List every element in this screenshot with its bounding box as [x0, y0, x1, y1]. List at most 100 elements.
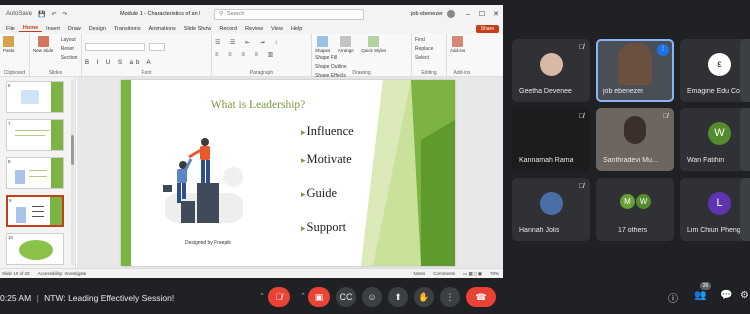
search-box[interactable]: ⚲ Search	[214, 8, 364, 20]
bullet-item[interactable]: ▸Influence	[301, 124, 354, 139]
notes-button[interactable]: Notes	[413, 271, 425, 277]
slide-thumbnail-selected[interactable]: 9	[6, 195, 64, 227]
autosave-toggle[interactable]: AutoSave	[6, 11, 32, 17]
thumbnail-text-line	[15, 135, 45, 136]
present-icon[interactable]: ⬆	[388, 287, 408, 307]
shapes-icon	[317, 36, 329, 47]
list-buttons[interactable]: ☰ ☰ ⇤ ⇥ ↕	[215, 39, 308, 46]
people-icon[interactable]: 👥	[694, 290, 706, 301]
minimize-icon[interactable]: –	[461, 11, 475, 18]
participant-tile[interactable]: 🎙̸ Geetha Devenee	[512, 39, 590, 102]
select-button[interactable]: Select	[415, 54, 443, 63]
mic-toggle-button[interactable]: 🎙̸	[268, 287, 290, 307]
user-name: job ebenezer	[411, 11, 443, 17]
bullet-text: Motivate	[306, 152, 352, 166]
drawing-label: Drawing	[352, 70, 371, 76]
tab-slide-show[interactable]: Slide Show	[180, 26, 216, 32]
arrange-button[interactable]: Arrange	[338, 36, 354, 53]
addins-label: Add-ins	[453, 70, 471, 76]
raise-hand-icon[interactable]: ✋	[414, 287, 434, 307]
current-slide[interactable]: What is Leadership? ▸Influence ▸Motivate…	[121, 80, 455, 266]
leave-call-button[interactable]: ☎	[466, 287, 496, 307]
activities-icon[interactable]: ⚙	[740, 290, 749, 301]
close-icon[interactable]: ✕	[489, 10, 503, 18]
arrange-label: Arrange	[337, 48, 354, 53]
font-group: B I U S ab A Font	[82, 34, 212, 77]
participant-tile-speaking[interactable]: ⁞ job ebenezer	[596, 39, 674, 102]
slide-thumbnail[interactable]: 10	[6, 233, 64, 265]
view-buttons-icon[interactable]: ▭ ▦ ▯ ▣	[463, 271, 482, 277]
comments-button[interactable]: Comments	[433, 271, 455, 277]
participant-video	[618, 43, 652, 85]
thumbnail-number: 7	[8, 121, 11, 126]
participant-tile[interactable]: 🎙̸ Kannamah Rama	[512, 108, 590, 171]
scrollbar-thumb[interactable]	[71, 135, 74, 165]
mic-off-icon: 🎙̸	[578, 183, 584, 190]
addins-button[interactable]: Add-ins	[450, 36, 465, 53]
slide-thumbnail[interactable]: 6	[6, 81, 64, 113]
shapes-button[interactable]: Shapes	[315, 36, 330, 53]
maximize-icon[interactable]: ☐	[475, 10, 489, 18]
emoji-icon[interactable]: ☺	[362, 287, 382, 307]
participant-name: Lim Chiun Pheng	[687, 227, 741, 234]
shape-fill-button[interactable]: Shape Fill	[315, 54, 347, 63]
font-name-select[interactable]	[85, 43, 145, 51]
section-button[interactable]: Section	[61, 54, 78, 63]
align-buttons[interactable]: ≡ ≡ ≡ ≡ ▥	[215, 51, 308, 58]
quick-styles-icon	[368, 36, 380, 47]
tab-help[interactable]: Help	[287, 26, 306, 32]
new-slide-button[interactable]: New Slide	[33, 36, 53, 53]
participant-name: Kannamah Rama	[519, 157, 574, 164]
replace-button[interactable]: Replace	[415, 45, 443, 54]
font-size-select[interactable]	[149, 43, 166, 51]
more-options-icon[interactable]: ⋮	[440, 287, 460, 307]
meeting-info: 0:25 AM | NTW: Leading Effectively Sessi…	[0, 293, 174, 303]
tab-animations[interactable]: Animations	[145, 26, 180, 32]
tab-file[interactable]: File	[2, 26, 19, 32]
thumbnail-text-line	[32, 211, 44, 212]
slide-title[interactable]: What is Leadership?	[203, 99, 313, 111]
save-icon[interactable]: 💾	[38, 11, 45, 18]
account-area[interactable]: job ebenezer	[411, 10, 461, 18]
audio-options-chevron-icon[interactable]: ⌃	[256, 287, 268, 307]
slide-canvas: What is Leadership? ▸Influence ▸Motivate…	[77, 77, 503, 268]
tab-record[interactable]: Record	[215, 26, 241, 32]
captions-button[interactable]: CC	[336, 287, 356, 307]
camera-toggle-button[interactable]: ▣	[308, 287, 330, 307]
chat-icon[interactable]: 💬	[720, 290, 732, 301]
participant-tile[interactable]: 🎙̸ Hannah Jolis	[512, 178, 590, 241]
people-count-badge: 26	[700, 282, 711, 290]
meeting-details-icon[interactable]: ⓘ	[668, 290, 678, 305]
reset-button[interactable]: Reset	[61, 45, 78, 54]
undo-icon[interactable]: ↶	[52, 11, 57, 18]
tab-insert[interactable]: Insert	[42, 26, 64, 32]
tab-design[interactable]: Design	[85, 26, 110, 32]
thumbnail-text-line	[29, 176, 47, 177]
tab-home[interactable]: Home	[18, 25, 43, 32]
tab-draw[interactable]: Draw	[64, 26, 85, 32]
tab-review[interactable]: Review	[241, 26, 267, 32]
tab-view[interactable]: View	[267, 26, 287, 32]
quick-styles-button[interactable]: Quick Styles	[361, 36, 386, 53]
zoom-level[interactable]: 70%	[490, 271, 499, 277]
addins-icon	[452, 36, 464, 47]
others-tile[interactable]: M W 17 others	[596, 178, 674, 241]
share-button[interactable]: Share	[475, 24, 499, 33]
layout-button[interactable]: Layout	[61, 36, 78, 45]
bullet-item[interactable]: ▸Guide	[301, 186, 337, 201]
redo-icon[interactable]: ↷	[63, 11, 68, 18]
thumbnail-text-line	[32, 216, 44, 217]
user-avatar[interactable]	[447, 10, 455, 18]
bullet-item[interactable]: ▸Motivate	[301, 152, 352, 167]
paste-button[interactable]: Paste	[3, 36, 15, 53]
bullet-item[interactable]: ▸Support	[301, 220, 346, 235]
font-format-buttons[interactable]: B I U S ab A	[85, 60, 208, 66]
find-button[interactable]: Find	[415, 36, 443, 45]
bullet-text: Influence	[306, 124, 354, 138]
participant-tile[interactable]: 🎙̸ Santhradevi Mu...	[596, 108, 674, 171]
tab-transitions[interactable]: Transitions	[110, 26, 145, 32]
slide-thumbnail[interactable]: 8	[6, 157, 64, 189]
accessibility-status[interactable]: Accessibility: Investigate	[38, 271, 87, 276]
thumbnails-scrollbar[interactable]	[71, 80, 74, 265]
slide-thumbnail[interactable]: 7	[6, 119, 64, 151]
